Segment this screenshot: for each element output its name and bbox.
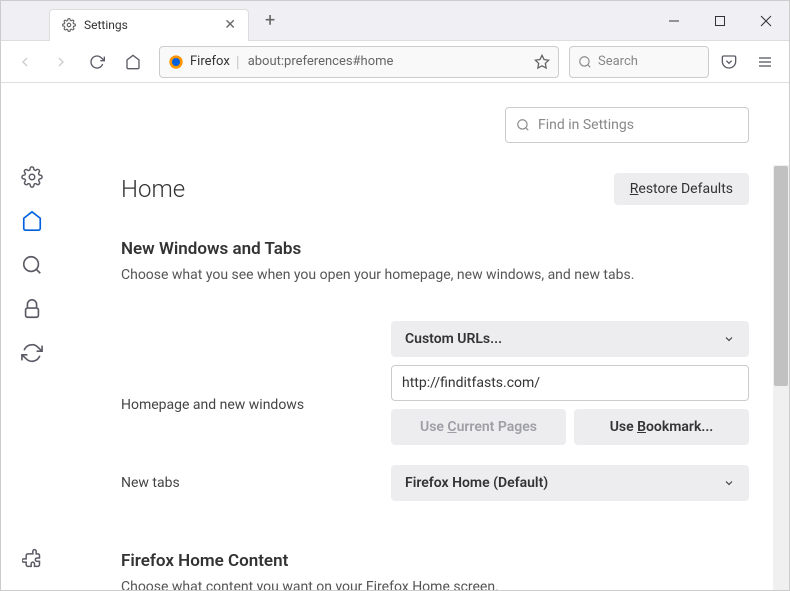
search-icon [516, 118, 530, 132]
settings-sidebar [1, 83, 63, 590]
dropdown-value: Custom URLs... [405, 331, 502, 347]
page-title: Home [121, 175, 185, 203]
window-controls [651, 1, 789, 41]
url-bar[interactable]: Firefox | about:preferences#home [159, 46, 559, 78]
homepage-url-row: Homepage and new windows Use Current Pag… [121, 365, 749, 445]
sidebar-sync-icon[interactable] [20, 341, 44, 365]
section-new-windows-title: New Windows and Tabs [121, 239, 749, 259]
urlbar-url: about:preferences#home [248, 54, 534, 69]
chevron-down-icon [723, 477, 735, 489]
urlbar-separator: | [236, 52, 240, 71]
urlbar-brand: Firefox [190, 54, 230, 69]
browser-tab[interactable]: Settings ✕ [49, 9, 249, 41]
section-fhc-desc: Choose what content you want on your Fir… [121, 579, 749, 590]
minimize-button[interactable] [651, 1, 697, 41]
new-tab-button[interactable]: + [257, 6, 283, 35]
find-placeholder: Find in Settings [538, 117, 634, 133]
tab-title: Settings [84, 18, 216, 32]
firefox-icon [168, 54, 184, 70]
search-placeholder: Search [598, 54, 638, 69]
newtabs-dropdown[interactable]: Firefox Home (Default) [391, 465, 749, 501]
newtabs-row: New tabs Firefox Home (Default) [121, 465, 749, 501]
dropdown-value: Firefox Home (Default) [405, 475, 548, 491]
titlebar: Settings ✕ + [1, 1, 789, 41]
search-bar[interactable]: Search [569, 46, 709, 78]
scrollbar[interactable] [773, 165, 789, 590]
homepage-dropdown[interactable]: Custom URLs... [391, 321, 749, 357]
restore-defaults-button[interactable]: Restore Defaults [614, 173, 749, 205]
sidebar-extensions-icon[interactable] [20, 546, 44, 570]
homepage-row: Custom URLs... [121, 321, 749, 357]
home-button[interactable] [117, 46, 149, 78]
find-in-settings-input[interactable]: Find in Settings [505, 107, 749, 143]
use-current-pages-button[interactable]: Use Current Pages [391, 409, 566, 445]
pocket-button[interactable] [713, 46, 745, 78]
use-bookmark-button[interactable]: Use Bookmark... [574, 409, 749, 445]
close-tab-icon[interactable]: ✕ [224, 17, 236, 33]
forward-button[interactable] [45, 46, 77, 78]
sidebar-general-icon[interactable] [20, 165, 44, 189]
gear-icon [62, 18, 76, 32]
sidebar-privacy-icon[interactable] [20, 297, 44, 321]
section-fhc-title: Firefox Home Content [121, 551, 749, 571]
bookmark-star-icon[interactable] [534, 54, 550, 70]
back-button[interactable] [9, 46, 41, 78]
close-window-button[interactable] [743, 1, 789, 41]
maximize-button[interactable] [697, 1, 743, 41]
app-menu-button[interactable] [749, 46, 781, 78]
homepage-url-input[interactable] [391, 365, 749, 401]
page-header: Home Restore Defaults [121, 173, 749, 205]
sidebar-home-icon[interactable] [20, 209, 44, 233]
content-area: Find in Settings Home Restore Defaults N… [1, 83, 789, 590]
section-new-windows-desc: Choose what you see when you open your h… [121, 267, 749, 283]
newtabs-label: New tabs [121, 475, 391, 491]
search-icon [578, 55, 592, 69]
reload-button[interactable] [81, 46, 113, 78]
chevron-down-icon [723, 333, 735, 345]
sidebar-search-icon[interactable] [20, 253, 44, 277]
main-panel: Find in Settings Home Restore Defaults N… [63, 83, 789, 590]
navigation-toolbar: Firefox | about:preferences#home Search [1, 41, 789, 83]
homepage-label-text: Homepage and new windows [121, 397, 391, 413]
scrollbar-thumb[interactable] [774, 166, 788, 386]
